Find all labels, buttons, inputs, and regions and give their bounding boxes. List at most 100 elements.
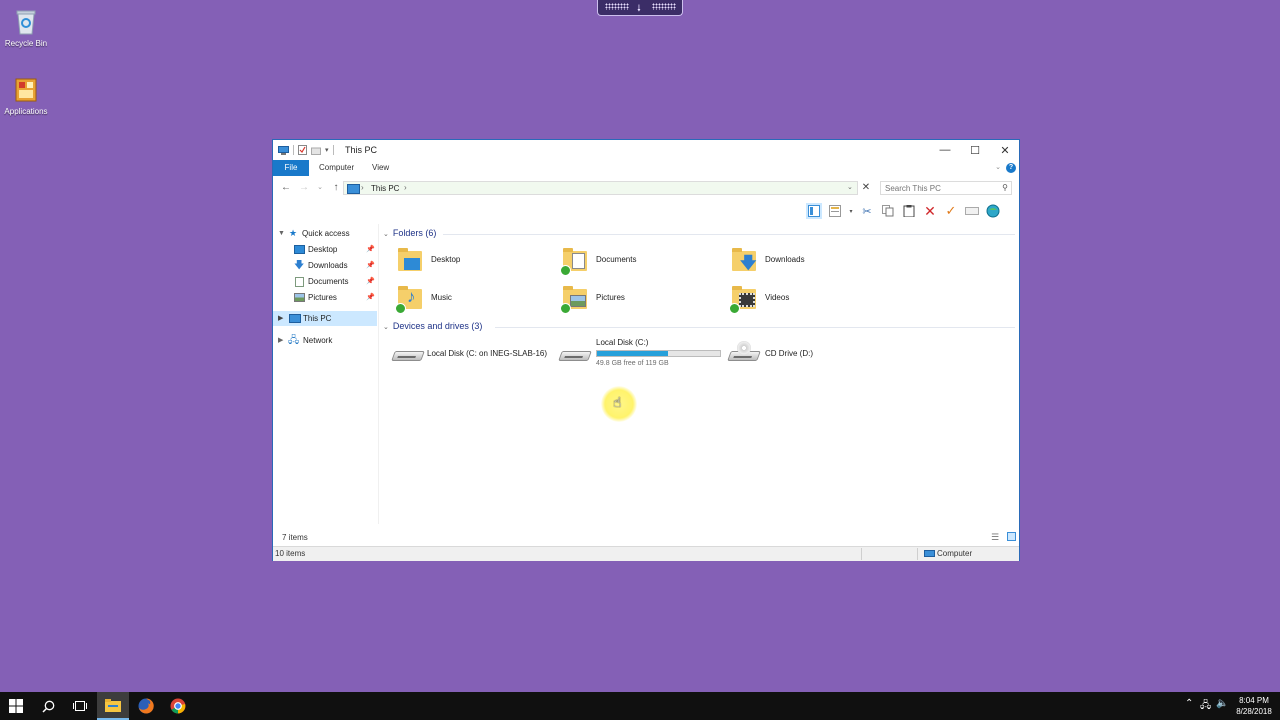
taskbar-firefox[interactable] — [130, 692, 162, 720]
search-icon[interactable]: ⚲ — [1002, 183, 1008, 192]
title-bar[interactable]: ▾ This PC — ☐ ✕ — [273, 140, 1019, 160]
remote-connection-bar[interactable]: 🠗 — [597, 0, 683, 16]
task-view-button[interactable] — [64, 692, 96, 720]
drive-tile-cd-d[interactable]: CD Drive (D:) — [727, 339, 894, 369]
chevron-down-icon[interactable]: ⌄ — [383, 324, 389, 331]
network-tray-icon[interactable]: 🖧 — [1200, 698, 1211, 715]
minimize-button[interactable]: — — [930, 140, 960, 160]
delete-icon[interactable]: ✕ — [922, 203, 938, 219]
chevron-down-icon[interactable]: ▼ — [278, 226, 285, 241]
nav-item-this-pc[interactable]: ▶ This PC — [273, 311, 377, 326]
chevron-right-icon[interactable]: ▶ — [278, 311, 283, 326]
downloads-folder-icon: 🡇 — [729, 245, 759, 275]
sync-status-icon — [729, 303, 740, 314]
paste-icon[interactable] — [901, 203, 917, 219]
search-box[interactable]: ⚲ — [880, 181, 1012, 195]
computer-icon — [924, 550, 935, 557]
group-header-label: Devices and drives (3) — [392, 321, 483, 331]
search-button[interactable] — [32, 692, 64, 720]
expand-ribbon-icon[interactable]: ⌄ — [995, 163, 1001, 171]
desktop-icon-recycle-bin[interactable]: Recycle Bin — [0, 8, 52, 48]
folder-tile-desktop[interactable]: Desktop — [395, 245, 555, 275]
chevron-right-icon: › — [361, 183, 364, 192]
tile-label: Pictures — [596, 293, 625, 302]
group-header-drives[interactable]: ⌄ Devices and drives (3) — [383, 321, 482, 331]
windows-logo-icon — [9, 699, 23, 713]
nav-label: Network — [303, 336, 333, 345]
chevron-down-icon[interactable]: ⌄ — [383, 231, 389, 238]
star-icon: ★ — [289, 228, 298, 238]
network-icon: 🖧 — [288, 335, 300, 346]
folder-tile-pictures[interactable]: Pictures — [560, 283, 720, 314]
large-icons-view-icon[interactable] — [1007, 532, 1016, 541]
folder-tile-documents[interactable]: Documents — [560, 245, 720, 276]
group-header-folders[interactable]: ⌄ Folders (6) — [383, 228, 436, 238]
chevron-right-icon[interactable]: ▶ — [278, 333, 283, 348]
sync-status-icon — [395, 303, 406, 314]
tray-overflow-icon[interactable]: ⌃ — [1185, 698, 1193, 709]
quick-access-toolbar: ▾ — [278, 144, 334, 156]
new-folder-icon[interactable] — [311, 146, 321, 155]
close-button[interactable]: ✕ — [990, 140, 1020, 160]
computer-icon — [278, 145, 289, 155]
pin-icon[interactable]: 📌 — [366, 258, 375, 273]
documents-folder-icon — [560, 245, 590, 276]
arrow-down-icon[interactable]: 🠗 — [637, 1, 641, 17]
cut-icon[interactable]: ✂ — [859, 203, 875, 219]
customize-qat-icon[interactable]: ▾ — [325, 146, 329, 154]
nav-quick-access[interactable]: ▼ ★ Quick access — [273, 226, 377, 241]
tab-view[interactable]: View — [364, 160, 397, 176]
chevron-down-icon[interactable]: ▾ — [848, 203, 854, 219]
drive-tile-network-c[interactable]: Local Disk (C: on INEG-SLAB-16) — [391, 339, 558, 369]
volume-icon[interactable]: 🔈 — [1216, 698, 1228, 709]
layout-icon[interactable] — [827, 203, 843, 219]
desktop-folder-icon — [294, 245, 305, 254]
ribbon-tabs: File Computer View ⌄ ? — [273, 160, 1019, 177]
help-icon[interactable]: ? — [1006, 163, 1016, 173]
pin-icon[interactable]: 📌 — [366, 274, 375, 289]
chevron-right-icon[interactable]: › — [404, 183, 407, 192]
up-arrow-icon[interactable]: ↑ — [329, 181, 343, 195]
rename-check-icon[interactable]: ✓ — [943, 203, 959, 219]
clock[interactable]: 8:04 PM 8/28/2018 — [1232, 695, 1276, 717]
rename-icon[interactable] — [964, 203, 980, 219]
nav-item-desktop[interactable]: Desktop 📌 — [273, 242, 377, 257]
maximize-button[interactable]: ☐ — [960, 140, 990, 160]
sync-status-icon — [560, 303, 571, 314]
tab-file[interactable]: File — [273, 160, 309, 176]
pane-splitter[interactable] — [378, 224, 379, 524]
address-row: ← → ⌄ ↑ › This PC › ⌄ ✕ ⚲ — [273, 178, 1019, 198]
address-bar[interactable]: › This PC › ⌄ — [343, 181, 858, 195]
breadcrumb-this-pc[interactable]: This PC — [371, 184, 399, 193]
details-view-icon[interactable]: ☰ — [991, 532, 999, 543]
start-button[interactable] — [0, 692, 32, 720]
back-arrow-icon[interactable]: ← — [279, 181, 293, 195]
recent-locations-icon[interactable]: ⌄ — [313, 181, 327, 195]
search-input[interactable] — [881, 182, 995, 194]
desktop-folder-icon — [395, 245, 425, 275]
forward-arrow-icon[interactable]: → — [297, 181, 311, 195]
chevron-down-icon[interactable]: ⌄ — [847, 183, 853, 191]
nav-item-network[interactable]: ▶ 🖧 Network — [273, 333, 377, 348]
folder-tile-videos[interactable]: Videos — [729, 283, 889, 314]
pin-icon[interactable]: 📌 — [366, 290, 375, 305]
drive-tile-local-c[interactable]: Local Disk (C:) 49.8 GB free of 119 GB — [558, 338, 725, 369]
network-globe-icon[interactable] — [985, 203, 1001, 219]
taskbar-file-explorer[interactable] — [97, 692, 129, 720]
pin-icon[interactable]: 📌 — [366, 242, 375, 257]
taskbar-chrome[interactable] — [162, 692, 194, 720]
folder-tile-music[interactable]: ♪ Music — [395, 283, 555, 314]
nav-item-downloads[interactable]: 🡇 Downloads 📌 — [273, 258, 377, 273]
copy-icon[interactable] — [880, 203, 896, 219]
preview-pane-icon[interactable] — [806, 203, 822, 219]
folder-tile-downloads[interactable]: 🡇 Downloads — [729, 245, 889, 275]
tile-label: Videos — [765, 293, 790, 302]
tab-computer[interactable]: Computer — [311, 160, 362, 176]
clear-address-icon[interactable]: ✕ — [860, 181, 872, 195]
nav-item-documents[interactable]: Documents 📌 — [273, 274, 377, 289]
properties-icon[interactable] — [298, 145, 307, 155]
nav-item-pictures[interactable]: Pictures 📌 — [273, 290, 377, 305]
desktop-icon-applications[interactable]: Applications — [0, 76, 52, 116]
music-folder-icon: ♪ — [395, 283, 425, 314]
downloads-arrow-icon: 🡇 — [294, 260, 305, 271]
